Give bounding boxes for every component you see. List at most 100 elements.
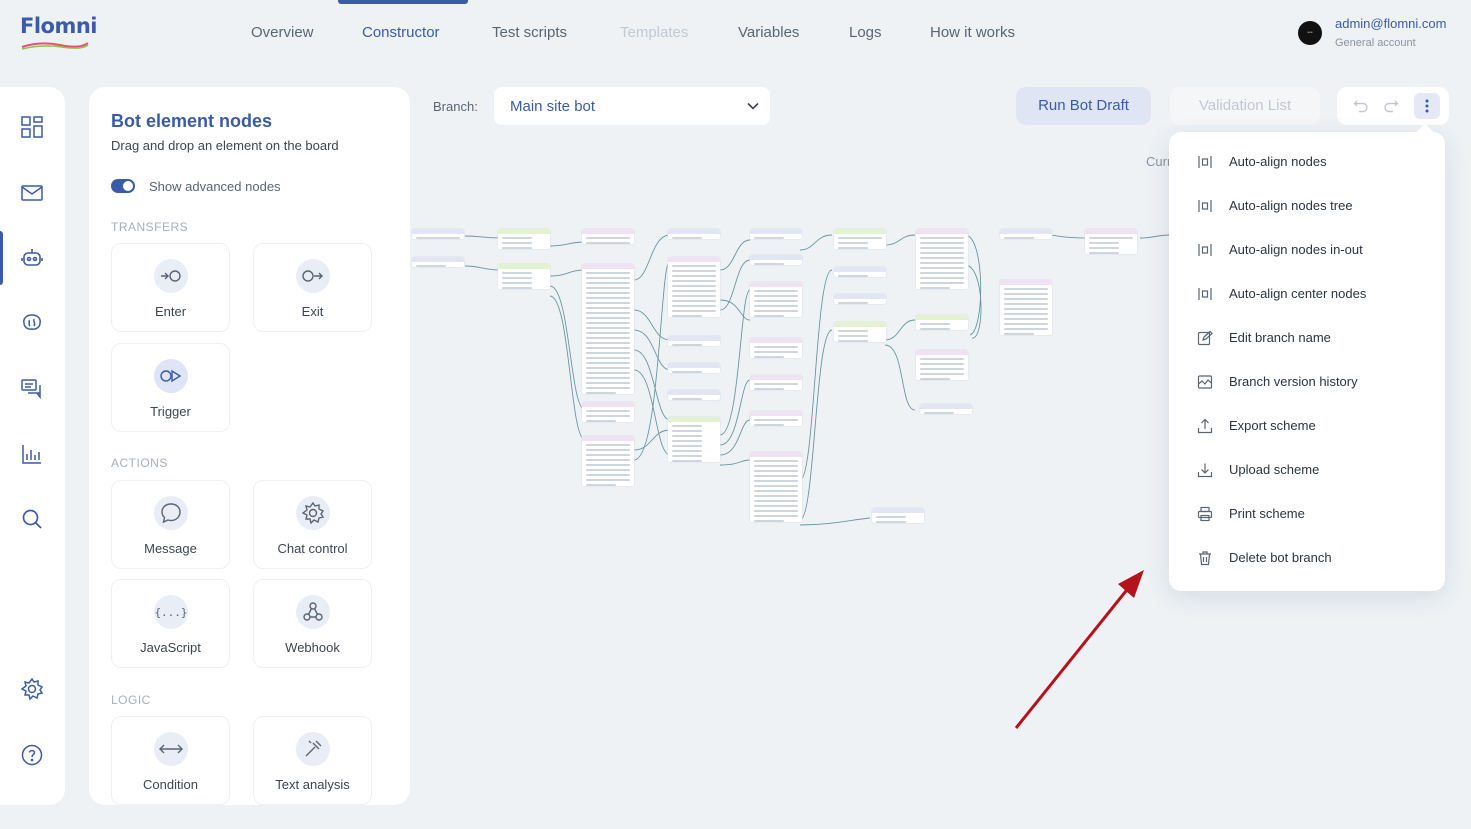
flow-node[interactable] — [872, 508, 924, 523]
menu-delete-bot-branch[interactable]: Delete bot branch — [1169, 537, 1445, 581]
enter-icon — [154, 259, 188, 293]
menu-auto-align-nodes-in-out[interactable]: Auto-align nodes in-out — [1169, 229, 1445, 273]
flow-node[interactable] — [582, 436, 634, 486]
message-icon — [154, 496, 188, 530]
node-tile-condition[interactable]: Condition — [111, 716, 230, 805]
flow-node[interactable] — [1000, 229, 1052, 239]
flow-node[interactable] — [668, 390, 720, 400]
align-icon — [1196, 285, 1214, 303]
search-icon[interactable] — [20, 507, 44, 531]
flow-node[interactable] — [412, 257, 464, 267]
flow-node[interactable] — [750, 282, 802, 317]
current-version-text: Curr — [1146, 154, 1172, 169]
menu-item-label: Upload scheme — [1229, 462, 1320, 477]
menu-item-label: Branch version history — [1229, 374, 1358, 389]
menu-item-label: Export scheme — [1229, 418, 1316, 433]
flow-node[interactable] — [750, 338, 802, 358]
flow-node[interactable] — [668, 417, 720, 462]
logo-swoosh-icon — [21, 42, 89, 50]
menu-item-label: Edit branch name — [1229, 330, 1331, 345]
flow-node[interactable] — [834, 229, 886, 249]
tab-overview[interactable]: Overview — [251, 24, 314, 41]
node-tile-trigger[interactable]: Trigger — [111, 343, 230, 432]
flow-node[interactable] — [412, 229, 464, 239]
gear-icon — [296, 496, 330, 530]
flow-node[interactable] — [920, 404, 972, 414]
flow-node[interactable] — [582, 402, 634, 422]
flow-node[interactable] — [750, 411, 802, 426]
brain-icon[interactable] — [20, 311, 44, 335]
flow-node[interactable] — [668, 336, 720, 346]
node-palette: Bot element nodes Drag and drop an eleme… — [89, 87, 410, 805]
flow-node[interactable] — [582, 229, 634, 244]
flow-node[interactable] — [668, 257, 720, 317]
menu-upload-scheme[interactable]: Upload scheme — [1169, 449, 1445, 493]
node-tile-javascript[interactable]: {...} JavaScript — [111, 579, 230, 668]
rail-active-indicator — [0, 231, 3, 285]
tab-variables[interactable]: Variables — [738, 24, 799, 41]
flomni-logo[interactable]: Flomni — [20, 14, 98, 50]
flow-node[interactable] — [1085, 229, 1137, 254]
trash-icon — [1196, 549, 1214, 567]
node-tile-exit[interactable]: Exit — [253, 243, 372, 332]
board-tools — [1337, 87, 1449, 125]
logo-text: Flomni — [20, 14, 98, 38]
top-header: Flomni Overview Constructor Test scripts… — [0, 0, 1471, 64]
run-bot-draft-button[interactable]: Run Bot Draft — [1016, 87, 1151, 125]
menu-edit-branch-name[interactable]: Edit branch name — [1169, 317, 1445, 361]
node-tile-message[interactable]: Message — [111, 480, 230, 569]
menu-auto-align-nodes-tree[interactable]: Auto-align nodes tree — [1169, 185, 1445, 229]
flow-node[interactable] — [668, 229, 720, 239]
more-vertical-icon[interactable] — [1414, 93, 1440, 119]
trigger-icon — [154, 359, 188, 393]
flow-node[interactable] — [750, 229, 802, 239]
tile-label: Message — [144, 541, 197, 556]
undo-icon[interactable] — [1350, 95, 1372, 117]
tile-label: Text analysis — [275, 777, 350, 792]
menu-branch-version-history[interactable]: Branch version history — [1169, 361, 1445, 405]
chevron-down-icon — [747, 102, 759, 110]
flow-node[interactable] — [498, 229, 550, 249]
flow-node[interactable] — [916, 350, 968, 380]
flow-node[interactable] — [750, 375, 802, 390]
palette-subtitle: Drag and drop an element on the board — [111, 138, 339, 153]
redo-icon[interactable] — [1380, 95, 1402, 117]
menu-print-scheme[interactable]: Print scheme — [1169, 493, 1445, 537]
tab-constructor[interactable]: Constructor — [362, 24, 440, 41]
settings-icon[interactable] — [20, 677, 44, 701]
flow-node[interactable] — [916, 229, 968, 289]
mail-icon[interactable] — [20, 181, 44, 205]
validation-list-button: Validation List — [1170, 87, 1320, 125]
flow-node[interactable] — [750, 452, 802, 522]
help-icon[interactable] — [20, 743, 44, 767]
node-tile-enter[interactable]: Enter — [111, 243, 230, 332]
flow-node[interactable] — [1000, 280, 1052, 335]
chat-icon[interactable] — [20, 376, 44, 400]
tab-how-it-works[interactable]: How it works — [930, 24, 1015, 41]
node-tile-text-analysis[interactable]: Text analysis — [253, 716, 372, 805]
flow-node[interactable] — [668, 363, 720, 373]
flow-node[interactable] — [834, 322, 886, 342]
flow-node[interactable] — [750, 255, 802, 265]
advanced-nodes-toggle[interactable] — [111, 179, 135, 193]
chart-icon[interactable] — [20, 442, 44, 466]
flow-node[interactable] — [582, 264, 634, 394]
flow-node[interactable] — [834, 267, 886, 277]
menu-auto-align-center-nodes[interactable]: Auto-align center nodes — [1169, 273, 1445, 317]
menu-item-label: Auto-align nodes tree — [1229, 198, 1353, 213]
flow-node[interactable] — [498, 264, 550, 289]
tab-test-scripts[interactable]: Test scripts — [492, 24, 567, 41]
flow-node[interactable] — [834, 294, 886, 304]
tab-logs[interactable]: Logs — [849, 24, 882, 41]
menu-auto-align-nodes[interactable]: Auto-align nodes — [1169, 141, 1445, 185]
section-actions: ACTIONS — [111, 456, 168, 470]
dashboard-icon[interactable] — [20, 115, 44, 139]
node-tile-chat-control[interactable]: Chat control — [253, 480, 372, 569]
menu-export-scheme[interactable]: Export scheme — [1169, 405, 1445, 449]
code-braces-icon: {...} — [154, 595, 188, 629]
bot-icon[interactable] — [20, 246, 44, 270]
node-tile-webhook[interactable]: Webhook — [253, 579, 372, 668]
flow-node[interactable] — [916, 315, 968, 330]
branch-select[interactable]: Main site bot — [494, 87, 770, 125]
exit-icon — [296, 259, 330, 293]
